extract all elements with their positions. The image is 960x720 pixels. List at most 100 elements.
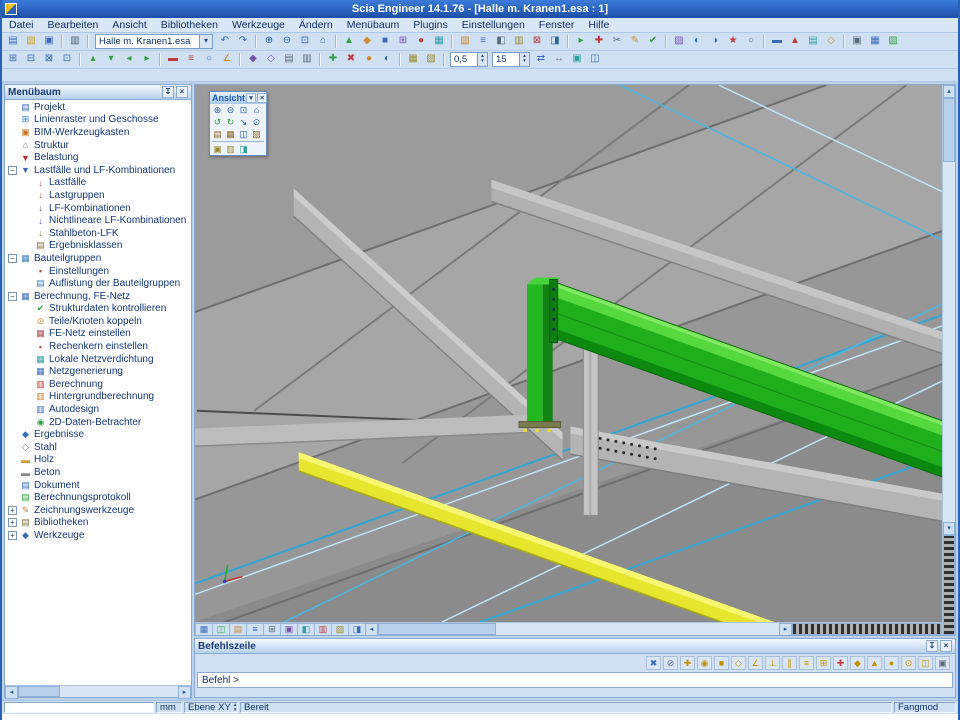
check-icon[interactable]: ✔ xyxy=(645,34,661,49)
circle-icon[interactable]: ○ xyxy=(743,34,759,49)
scrollbar-track[interactable] xyxy=(943,162,955,522)
menu-bibliotheken[interactable]: Bibliotheken xyxy=(154,19,225,31)
split-view-icon[interactable]: ◫ xyxy=(587,52,603,67)
snap-mid-icon[interactable]: ⊡ xyxy=(59,52,75,67)
collapse-toggle[interactable]: − xyxy=(8,166,17,175)
snap-clear-icon[interactable]: ✖ xyxy=(646,656,661,670)
close-icon[interactable]: × xyxy=(176,86,188,98)
solid-icon[interactable]: ◆ xyxy=(245,52,261,67)
remove-icon[interactable]: ✖ xyxy=(343,52,359,67)
rotate-left-icon[interactable]: ↺ xyxy=(211,116,224,128)
snap-endpoint-icon[interactable]: ■ xyxy=(714,656,729,670)
section-icon[interactable]: ▧ xyxy=(457,34,473,49)
tree-item-berechnung[interactable]: ▥Berechnung xyxy=(5,378,191,391)
zoom-all-icon[interactable]: ⌂ xyxy=(315,34,331,49)
move-down-icon[interactable]: ▾ xyxy=(103,52,119,67)
menu-hilfe[interactable]: Hilfe xyxy=(581,19,616,31)
stretch-icon[interactable]: ↔ xyxy=(551,52,567,67)
point-icon[interactable]: ● xyxy=(361,52,377,67)
rows-icon[interactable]: ▤ xyxy=(281,52,297,67)
menu-fenster[interactable]: Fenster xyxy=(532,19,582,31)
scrollbar-track[interactable] xyxy=(18,686,178,697)
tree-item-2d-daten-betrachter[interactable]: ◉2D-Daten-Betrachter xyxy=(5,416,191,429)
palette-titlebar[interactable]: Ansicht ▾ × xyxy=(210,92,266,104)
tree-item-rechenkern-einstellen[interactable]: ▪Rechenkern einstellen xyxy=(5,340,191,353)
tree-item-hintergrundberechnung[interactable]: ▥Hintergrundberechnung xyxy=(5,391,191,404)
snap-settings-icon[interactable]: ▣ xyxy=(935,656,950,670)
tree-item-teile-knoten-koppeln[interactable]: ⊙Teile/Knoten koppeln xyxy=(5,315,191,328)
3d-viewport[interactable]: Ansicht ▾ × ⊕⊖⊡⌂↺↻↘⊙▤▦◫▧▣▥◨ xyxy=(195,85,942,622)
save-icon[interactable]: ▣ xyxy=(41,34,57,49)
grid-icon[interactable]: ⊞ xyxy=(395,34,411,49)
snap-circle-icon[interactable]: ⊙ xyxy=(901,656,916,670)
snap-raster-icon[interactable]: ⊞ xyxy=(816,656,831,670)
scroll-up-button[interactable]: ▴ xyxy=(943,85,955,98)
roof-panels[interactable] xyxy=(195,85,942,622)
snap-intersection-icon[interactable]: ✚ xyxy=(833,656,848,670)
scroll-right-button[interactable]: ▸ xyxy=(779,623,792,635)
menu-einstellungen[interactable]: Einstellungen xyxy=(455,19,532,31)
expand-toggle[interactable]: + xyxy=(8,518,17,527)
circle-tool-icon[interactable]: ○ xyxy=(201,52,217,67)
save-view-icon[interactable]: ◨ xyxy=(237,143,250,155)
close-icon[interactable]: × xyxy=(940,640,952,652)
splitter-stripes[interactable] xyxy=(792,623,942,635)
open-icon[interactable]: ▧ xyxy=(23,34,39,49)
tree-item-bim-werkzeugkasten[interactable]: ▣BIM-Werkzeugkasten xyxy=(5,126,191,139)
tree-item-lf-kombinationen[interactable]: ↓LF-Kombinationen xyxy=(5,202,191,215)
move-right-icon[interactable]: ▸ xyxy=(139,52,155,67)
center-view-icon[interactable]: ⊙ xyxy=(250,116,263,128)
snap-angle-icon[interactable]: ∠ xyxy=(748,656,763,670)
table-icon[interactable]: ▤ xyxy=(805,34,821,49)
snap-center-icon[interactable]: ◉ xyxy=(697,656,712,670)
copy-view-icon[interactable]: ▥ xyxy=(224,143,237,155)
scroll-down-button[interactable]: ▾ xyxy=(943,522,955,535)
tree-item-berechnung-fe-netz[interactable]: −▦Berechnung, FE-Netz xyxy=(5,290,191,303)
expand-toggle[interactable]: + xyxy=(8,506,17,515)
layers-icon[interactable]: ≡ xyxy=(475,34,491,49)
snap-parallel-icon[interactable]: ∥ xyxy=(782,656,797,670)
scroll-right-button[interactable]: ▸ xyxy=(178,686,191,699)
tab-solid-icon[interactable]: ▣ xyxy=(280,623,297,635)
zoom-out-icon[interactable]: ⊖ xyxy=(224,104,237,116)
render-mode-icon[interactable]: ▲ xyxy=(341,34,357,49)
print-view-icon[interactable]: ▣ xyxy=(211,143,224,155)
zoom-in-icon[interactable]: ⊕ xyxy=(261,34,277,49)
line-icon[interactable]: ▬ xyxy=(165,52,181,67)
undo-icon[interactable]: ↶ xyxy=(217,34,233,49)
polyline-icon[interactable]: ≡ xyxy=(183,52,199,67)
columns-icon[interactable]: ▥ xyxy=(299,52,315,67)
menu-ansicht[interactable]: Ansicht xyxy=(105,19,153,31)
node-icon[interactable]: ● xyxy=(413,34,429,49)
mesh-icon[interactable]: ▦ xyxy=(431,34,447,49)
menu-werkzeuge[interactable]: Werkzeuge xyxy=(225,19,292,31)
tree-item-auflistung-der-bauteilgruppen[interactable]: ▤Auflistung der Bauteilgruppen xyxy=(5,277,191,290)
move-up-icon[interactable]: ▴ xyxy=(85,52,101,67)
spinner-arrows-icon[interactable]: ▴ ▾ xyxy=(477,53,487,66)
command-input[interactable]: Befehl > xyxy=(197,672,953,688)
shading-icon[interactable]: ◐ xyxy=(689,34,705,49)
view-iso-icon[interactable]: ▧ xyxy=(250,128,263,140)
tree-item-netzgenerierung[interactable]: ▦Netzgenerierung xyxy=(5,365,191,378)
pin-icon[interactable]: ↧ xyxy=(926,640,938,652)
menu-plugins[interactable]: Plugins xyxy=(406,19,454,31)
snap-edge-icon[interactable]: ◫ xyxy=(918,656,933,670)
snap-box-icon[interactable]: ⊠ xyxy=(41,52,57,67)
view-side-icon[interactable]: ◫ xyxy=(237,128,250,140)
scrollbar-thumb[interactable] xyxy=(943,98,955,162)
snap-vertex-icon[interactable]: ▲ xyxy=(867,656,882,670)
horizontal-scrollbar[interactable] xyxy=(378,623,779,635)
project-combo[interactable]: Halle m. Kranen1.esa ▾ xyxy=(95,34,213,49)
angle-icon[interactable]: ∠ xyxy=(219,52,235,67)
beam-icon[interactable]: ▬ xyxy=(769,34,785,49)
tree-item-holz[interactable]: ▬Holz xyxy=(5,454,191,467)
snap-node-icon[interactable]: ◆ xyxy=(850,656,865,670)
diamond-icon[interactable]: ◇ xyxy=(823,34,839,49)
spinner-arrows-icon[interactable]: ▴ ▾ xyxy=(519,53,529,66)
tab-half-icon[interactable]: ◧ xyxy=(297,623,314,635)
rotate-right-icon[interactable]: ↻ xyxy=(224,116,237,128)
tab-model-icon[interactable]: ▦ xyxy=(195,623,212,635)
tree-item-werkzeuge[interactable]: +◆Werkzeuge xyxy=(5,529,191,542)
alert-icon[interactable]: ▲ xyxy=(787,34,803,49)
add-icon[interactable]: ✚ xyxy=(591,34,607,49)
